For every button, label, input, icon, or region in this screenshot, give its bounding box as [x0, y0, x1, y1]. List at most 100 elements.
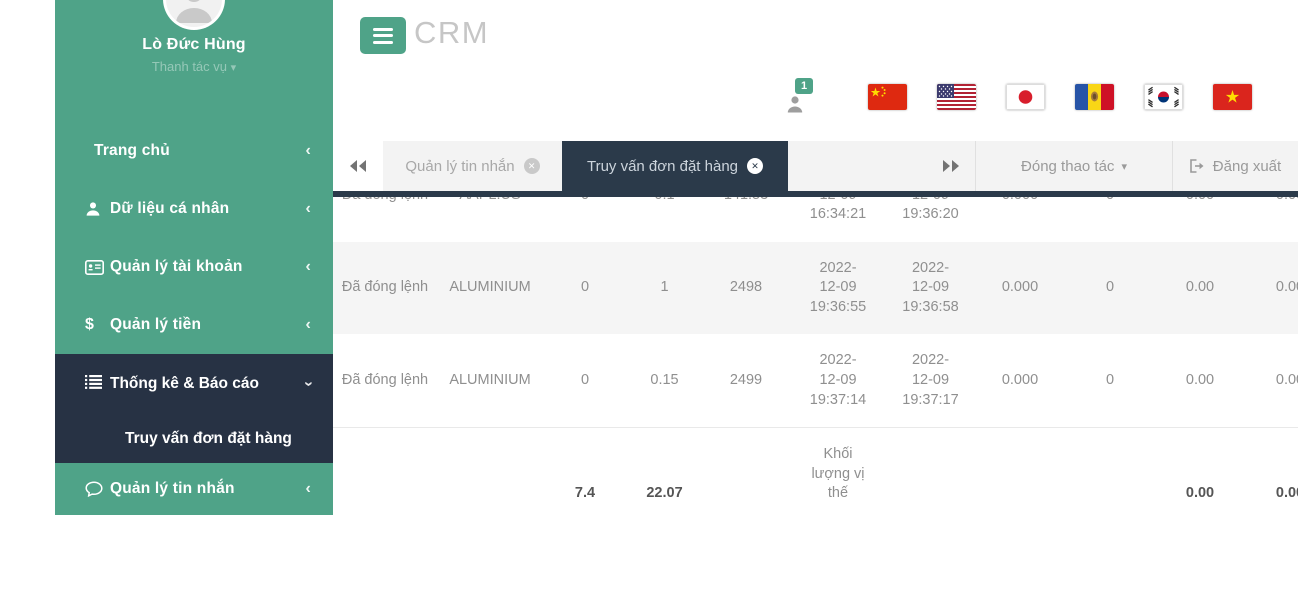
app-window: Lò Đức Hùng Thanh tác vụ ▾ Trang chủ ‹ D… [0, 0, 1298, 600]
cell-symbol: ALUMINIUM [437, 334, 543, 427]
scroll-tabs-left-button[interactable] [333, 141, 383, 191]
table-summary-row: 7.4 22.07 Khối lượng vị thế 0.00 0.00 [333, 428, 1298, 519]
tab-truy-van-don-dat-hang[interactable]: Truy vấn đơn đặt hàng ✕ [562, 141, 788, 191]
chevron-down-icon: ‹ [300, 381, 316, 386]
cell-value: 0.000 [975, 334, 1065, 427]
cell-value: 0 [543, 334, 627, 427]
cell-empty [702, 428, 790, 519]
notification-user-icon[interactable]: 1 [781, 78, 833, 118]
list-icon [85, 375, 110, 394]
hamburger-icon [373, 28, 393, 31]
cell-value: 0.000 [975, 197, 1065, 242]
cell-status: Đã đóng lệnh [333, 197, 437, 242]
close-tab-icon[interactable]: ✕ [524, 158, 540, 174]
double-chevron-right-icon [942, 159, 960, 173]
sidebar-item-label: Dữ liệu cá nhân [110, 200, 229, 218]
sidebar-item-quan-ly-tin-nhan[interactable]: Quản lý tin nhắn ‹ [55, 463, 333, 515]
sidebar-subitem-truy-van-don-dat-hang[interactable]: Truy vấn đơn đặt hàng [55, 414, 333, 463]
orders-table-viewport: Đã đóng lệnh AAPL.US 0 0.1 141.53 2022- … [333, 197, 1298, 519]
sidebar-item-trang-chu[interactable]: Trang chủ ‹ [55, 122, 333, 180]
cell-value: 0.000 [975, 242, 1065, 335]
cell-value: 0.1 [627, 197, 702, 242]
flag-usa-icon[interactable] [937, 84, 976, 110]
person-icon [85, 201, 110, 217]
menu-toggle-button[interactable] [360, 17, 406, 54]
table-row[interactable]: Đã đóng lệnh ALUMINIUM 0 1 2498 2022- 12… [333, 242, 1298, 335]
chevron-left-icon: ‹ [305, 317, 311, 333]
sidebar-item-label: Thống kê & Báo cáo [110, 375, 259, 393]
sidebar-item-quan-ly-tai-khoan[interactable]: Quản lý tài khoản ‹ [55, 238, 333, 296]
caret-down-icon: ▾ [1121, 160, 1127, 173]
cell-value: 0 [1065, 242, 1155, 335]
cell-close-time: 2022- 12-09 19:37:17 [886, 334, 975, 427]
cell-value: 2498 [702, 242, 790, 335]
sidebar-item-thong-ke-bao-cao[interactable]: Thống kê & Báo cáo ‹ [55, 354, 333, 414]
id-card-icon [85, 260, 110, 275]
cell-close-time: 2022- 12-09 19:36:20 [886, 197, 975, 242]
chevron-left-icon: ‹ [305, 201, 311, 217]
sidebar-active-section: Thống kê & Báo cáo ‹ Truy vấn đơn đặt hà… [55, 354, 333, 463]
flag-vietnam-icon[interactable] [1213, 84, 1252, 110]
cell-symbol: AAPL.US [437, 197, 543, 242]
cell-close-time: 2022- 12-09 19:36:58 [886, 242, 975, 335]
sidebar-nav: Trang chủ ‹ Dữ liệu cá nhân ‹ Quản lý tà… [55, 122, 333, 515]
scroll-tabs-right-button[interactable] [927, 141, 975, 191]
user-role-label: Thanh tác vụ [152, 59, 227, 74]
cell-empty [975, 428, 1065, 519]
close-tab-icon[interactable]: ✕ [747, 158, 763, 174]
flag-japan-icon[interactable] [1006, 84, 1045, 110]
cell-value: 0 [543, 242, 627, 335]
cell-value: 2499 [702, 334, 790, 427]
sidebar-item-label: Quản lý tài khoản [110, 258, 243, 276]
dollar-icon: $ [85, 316, 110, 334]
sidebar-item-quan-ly-tien[interactable]: $ Quản lý tiền ‹ [55, 296, 333, 354]
main-content: CRM 1 [333, 0, 1298, 600]
cell-total: 0.00 [1245, 428, 1298, 519]
sidebar-subitem-label: Truy vấn đơn đặt hàng [125, 430, 292, 448]
table-row[interactable]: Đã đóng lệnh ALUMINIUM 0 0.15 2499 2022-… [333, 334, 1298, 427]
cell-empty [333, 428, 437, 519]
logout-button[interactable]: Đăng xuất [1173, 141, 1298, 191]
cell-value: 0.00 [1245, 334, 1298, 427]
user-role-dropdown[interactable]: Thanh tác vụ ▾ [55, 59, 333, 74]
cell-empty [886, 428, 975, 519]
cell-open-time: 2022- 12-09 16:34:21 [790, 197, 886, 242]
sidebar-item-label: Trang chủ [94, 142, 170, 160]
flag-moldova-icon[interactable] [1075, 84, 1114, 110]
sign-out-icon [1190, 159, 1205, 173]
person-icon [785, 94, 805, 114]
cell-value: 141.53 [702, 197, 790, 242]
tab-bar: Quản lý tin nhắn ✕ Truy vấn đơn đặt hàng… [333, 141, 1298, 197]
sidebar-item-du-lieu-ca-nhan[interactable]: Dữ liệu cá nhân ‹ [55, 180, 333, 238]
cell-open-time: 2022- 12-09 19:36:55 [790, 242, 886, 335]
cell-total: 22.07 [627, 428, 702, 519]
cell-total: 7.4 [543, 428, 627, 519]
cell-value: 0.15 [627, 334, 702, 427]
chevron-left-icon: ‹ [305, 259, 311, 275]
table-row[interactable]: Đã đóng lệnh AAPL.US 0 0.1 141.53 2022- … [333, 197, 1298, 242]
cell-value: 0 [1065, 334, 1155, 427]
cell-value: 0.00 [1155, 334, 1245, 427]
flag-south-korea-icon[interactable] [1144, 84, 1183, 110]
orders-table: Đã đóng lệnh AAPL.US 0 0.1 141.53 2022- … [333, 197, 1298, 519]
cell-total: 0.00 [1155, 428, 1245, 519]
flag-china-icon[interactable] [868, 84, 907, 110]
language-flags [868, 84, 1252, 110]
cell-value: 0.00 [1245, 197, 1298, 242]
tab-quan-ly-tin-nhan[interactable]: Quản lý tin nhắn ✕ [383, 141, 562, 191]
sidebar-item-label: Quản lý tiền [110, 316, 201, 334]
cell-value: 0.00 [1155, 197, 1245, 242]
cell-value: 1 [627, 242, 702, 335]
sidebar: Lò Đức Hùng Thanh tác vụ ▾ Trang chủ ‹ D… [55, 0, 333, 515]
close-operations-dropdown[interactable]: Đóng thao tác ▾ [976, 141, 1172, 191]
chat-icon [85, 481, 110, 497]
chevron-left-icon: ‹ [305, 481, 311, 497]
cell-status: Đã đóng lệnh [333, 334, 437, 427]
cell-value: 0.00 [1155, 242, 1245, 335]
logout-label: Đăng xuất [1213, 158, 1281, 175]
cell-value: 0 [543, 197, 627, 242]
cell-value: 0 [1065, 197, 1155, 242]
cell-symbol: ALUMINIUM [437, 242, 543, 335]
cell-empty [437, 428, 543, 519]
caret-down-icon: ▾ [231, 62, 237, 74]
